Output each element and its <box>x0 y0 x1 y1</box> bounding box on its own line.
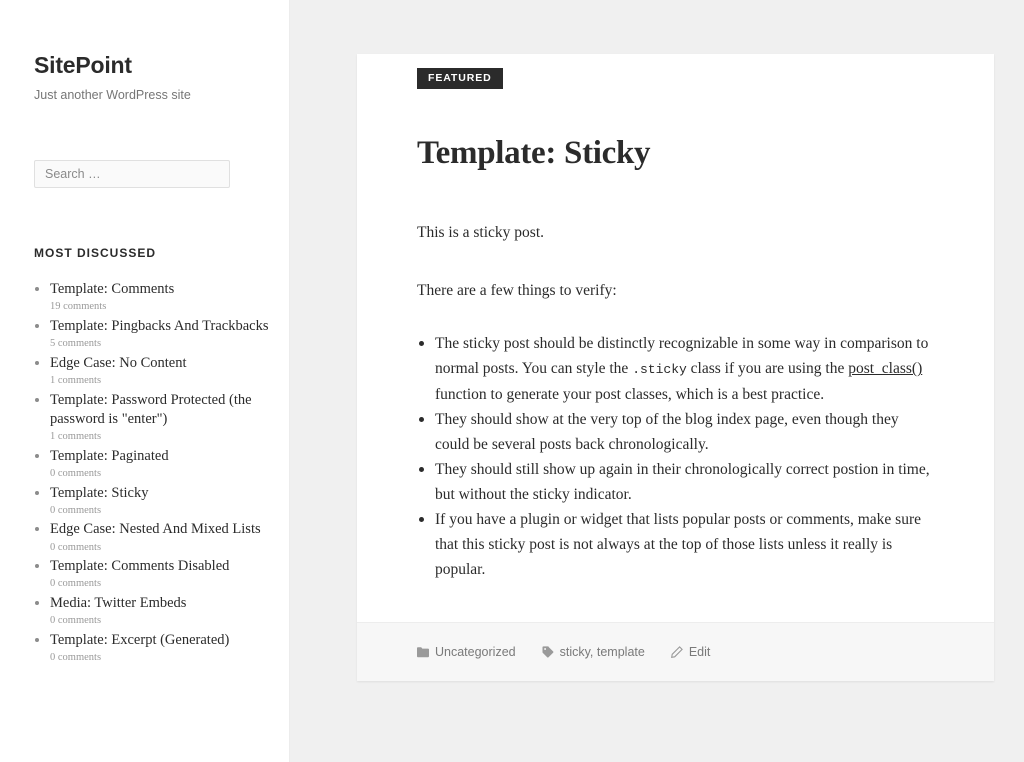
list-item: Template: Sticky 0 comments <box>34 484 269 519</box>
edit-label: Edit <box>688 645 711 660</box>
featured-badge: Featured <box>417 68 503 89</box>
list-item: Template: Comments 19 comments <box>34 280 269 315</box>
bullet-text-part: class if you are using the <box>686 360 849 378</box>
comment-count: 0 comments <box>50 615 102 627</box>
site-description: Just another WordPress site <box>34 87 191 102</box>
discussed-post-link[interactable]: Template: Pingbacks And Trackbacks <box>50 317 269 336</box>
comment-count: 0 comments <box>50 578 102 590</box>
discussed-post-link[interactable]: Media: Twitter Embeds <box>50 594 269 613</box>
discussed-post-link[interactable]: Template: Password Protected (the passwo… <box>50 391 269 429</box>
post-footer-meta: Uncategorized sticky, template Edit <box>357 622 994 682</box>
entry-content: This is a sticky post. There are a few t… <box>417 220 934 582</box>
edit-link[interactable]: Edit <box>670 645 711 660</box>
widget-title: Most Discussed <box>34 246 157 261</box>
comment-count: 1 comments <box>50 430 102 442</box>
comment-count: 0 comments <box>50 541 102 553</box>
page-title[interactable]: Template: Sticky <box>417 134 934 174</box>
sidebar: SitePoint Just another WordPress site Mo… <box>0 0 290 762</box>
comment-count: 0 comments <box>50 467 102 479</box>
comment-count: 0 comments <box>50 652 102 664</box>
post-paragraph: This is a sticky post. <box>417 224 545 242</box>
search-input[interactable] <box>34 160 230 189</box>
discussed-post-link[interactable]: Template: Excerpt (Generated) <box>50 631 269 650</box>
tags-label: sticky, template <box>559 645 645 660</box>
comment-count: 19 comments <box>50 301 107 313</box>
comment-count: 1 comments <box>50 374 102 386</box>
category-link[interactable]: Uncategorized <box>417 645 516 659</box>
tag-icon <box>542 646 554 659</box>
list-item: Media: Twitter Embeds 0 comments <box>34 594 269 629</box>
comment-count: 5 comments <box>50 338 102 350</box>
list-item: Template: Password Protected (the passwo… <box>34 391 269 445</box>
discussed-post-link[interactable]: Edge Case: No Content <box>50 354 269 373</box>
sticky-class-code: .sticky <box>632 362 687 378</box>
post-body: Featured Template: Sticky This is a stic… <box>357 54 994 622</box>
pencil-icon <box>670 646 683 659</box>
discussed-post-link[interactable]: Template: Paginated <box>50 447 269 466</box>
list-item: They should still show up again in their… <box>417 457 934 507</box>
post-card: Featured Template: Sticky This is a stic… <box>357 54 994 682</box>
folder-icon <box>417 647 429 658</box>
verify-list: The sticky post should be distinctly rec… <box>417 331 934 582</box>
main-content-area: Featured Template: Sticky This is a stic… <box>290 0 1024 762</box>
list-item: Template: Excerpt (Generated) 0 comments <box>34 631 269 666</box>
comment-count: 0 comments <box>50 504 102 516</box>
site-title[interactable]: SitePoint <box>34 52 255 80</box>
list-item: Template: Pingbacks And Trackbacks 5 com… <box>34 317 269 352</box>
discussed-post-link[interactable]: Template: Comments <box>50 280 269 299</box>
list-item: Edge Case: Nested And Mixed Lists 0 comm… <box>34 520 269 555</box>
most-discussed-widget: Most Discussed Template: Comments 19 com… <box>0 188 289 666</box>
bullet-text-part: function to generate your post classes, … <box>435 385 825 403</box>
site-branding: SitePoint Just another WordPress site <box>0 0 289 104</box>
post-paragraph: There are a few things to verify: <box>417 282 617 300</box>
discussed-post-link[interactable]: Template: Sticky <box>50 484 269 503</box>
most-discussed-list: Template: Comments 19 comments Template:… <box>34 280 269 666</box>
post-class-link[interactable]: post_class() <box>848 360 922 377</box>
tags-link[interactable]: sticky, template <box>542 645 645 659</box>
list-item: They should show at the very top of the … <box>417 407 934 457</box>
list-item: Template: Comments Disabled 0 comments <box>34 557 269 592</box>
discussed-post-link[interactable]: Template: Comments Disabled <box>50 557 269 576</box>
list-item: The sticky post should be distinctly rec… <box>417 331 934 406</box>
category-label: Uncategorized <box>435 645 516 660</box>
search-widget <box>0 104 289 189</box>
list-item: If you have a plugin or widget that list… <box>417 507 934 582</box>
page-root: SitePoint Just another WordPress site Mo… <box>0 0 1024 762</box>
list-item: Template: Paginated 0 comments <box>34 447 269 482</box>
discussed-post-link[interactable]: Edge Case: Nested And Mixed Lists <box>50 520 269 539</box>
list-item: Edge Case: No Content 1 comments <box>34 354 269 389</box>
